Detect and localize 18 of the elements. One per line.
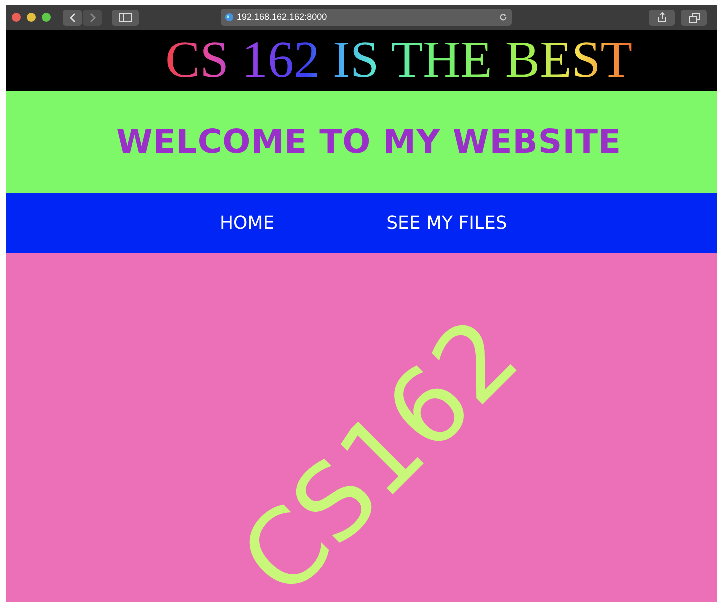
nav-link[interactable]: HOME (220, 210, 275, 236)
welcome-heading: WELCOME TO MY WEBSITE (116, 121, 622, 164)
address-bar[interactable]: 192.168.162.162:8000 (221, 9, 512, 26)
sidebar-icon (119, 13, 132, 22)
chevron-left-icon (68, 12, 76, 22)
share-button[interactable] (649, 10, 675, 26)
nav-link[interactable]: SEE MY FILES (386, 210, 508, 236)
globe-icon (225, 13, 234, 22)
reload-icon[interactable] (499, 13, 508, 22)
chevron-right-icon (88, 12, 96, 22)
tabs-button[interactable] (681, 10, 707, 26)
minimize-window-icon[interactable] (27, 13, 36, 22)
sidebar-button[interactable] (112, 10, 139, 26)
share-icon (658, 12, 666, 23)
tabs-icon (688, 12, 700, 22)
back-button[interactable] (63, 10, 82, 26)
close-window-icon[interactable] (12, 13, 21, 22)
maximize-window-icon[interactable] (42, 13, 51, 22)
